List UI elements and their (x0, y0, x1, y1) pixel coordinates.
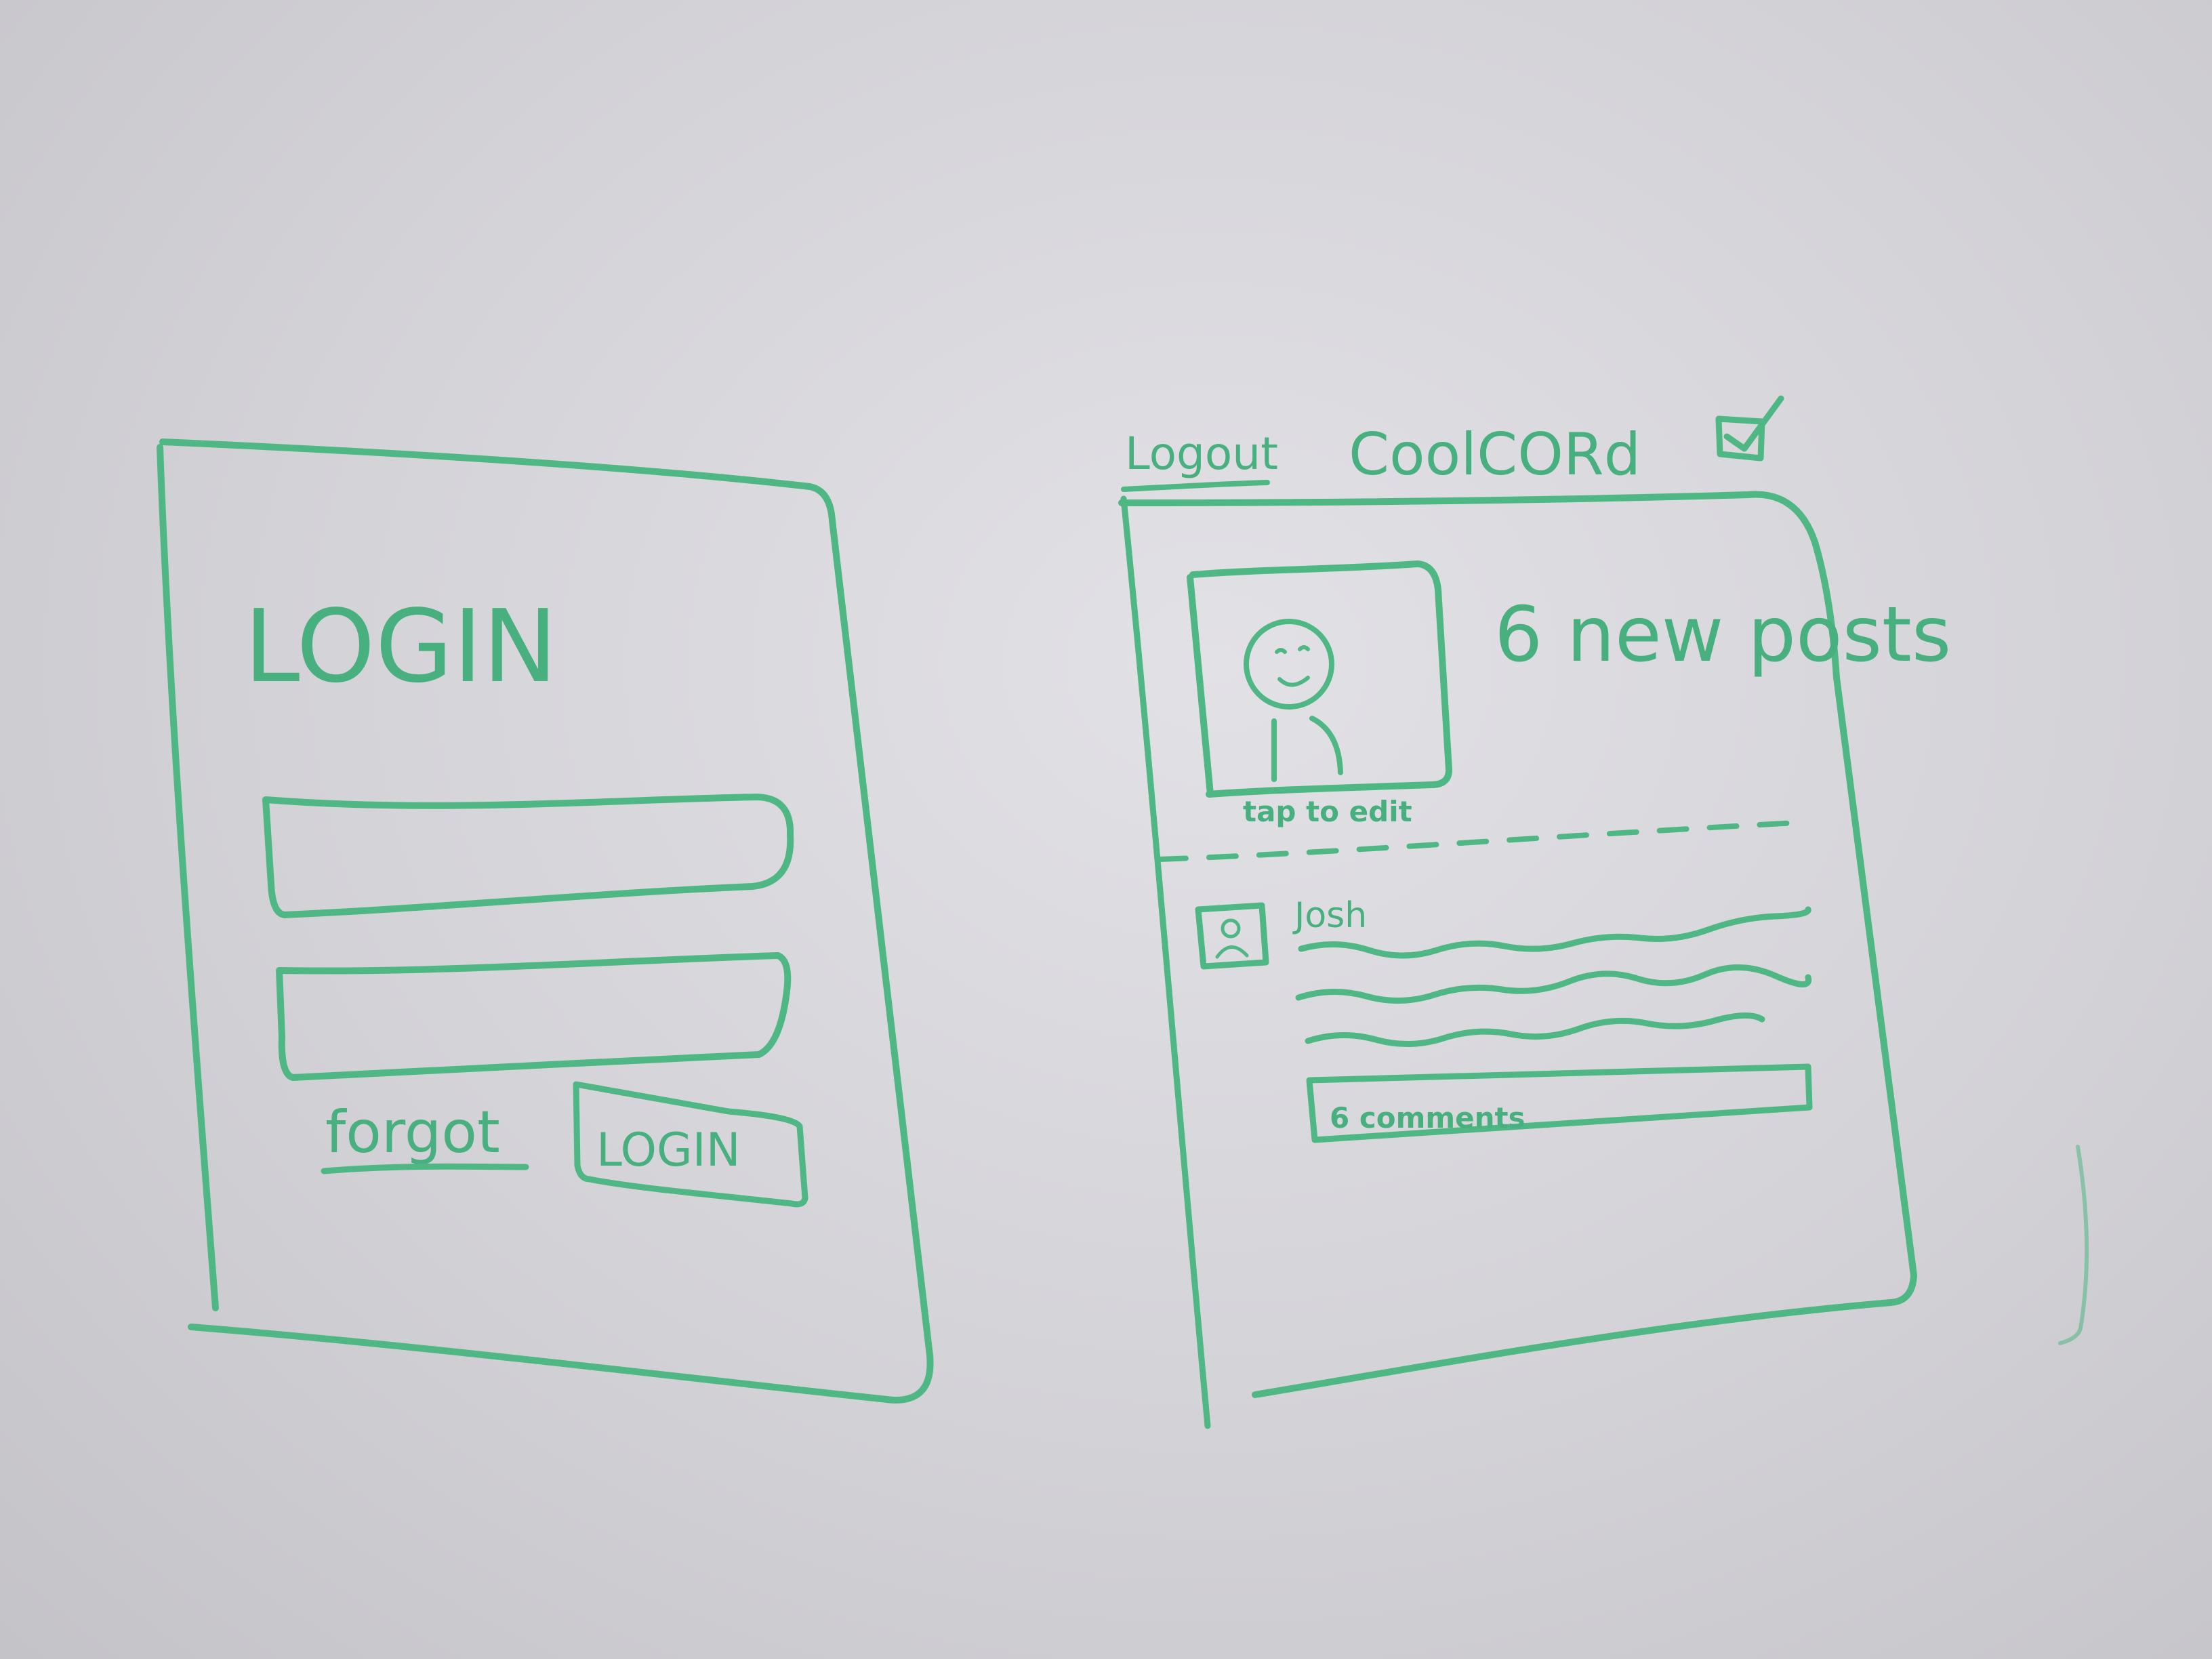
profile-photo-frame (1189, 560, 1452, 798)
post-text-placeholder (1295, 906, 1812, 1048)
comments-label: 6 comments (1330, 1101, 1525, 1134)
compose-icon[interactable] (1715, 393, 1786, 462)
feed-screen: Logout CoolCORd tap to edit 6 new posts … (1118, 393, 2089, 1429)
logout-link-label: Logout (1125, 428, 1278, 480)
forgot-link[interactable]: forgot (321, 1099, 529, 1174)
password-field[interactable] (276, 952, 792, 1081)
profile-photo[interactable] (1187, 560, 1452, 798)
new-posts-indicator[interactable]: 6 new posts (1494, 591, 1951, 679)
username-field[interactable] (262, 794, 794, 918)
tap-to-edit-hint: tap to edit (1243, 795, 1412, 828)
user-avatar-icon (1244, 619, 1343, 782)
app-title: CoolCORd (1349, 421, 1641, 489)
new-posts-label: 6 new posts (1494, 591, 1951, 679)
forgot-link-label: forgot (325, 1099, 500, 1166)
login-title: LOGIN (244, 588, 558, 705)
forgot-underline (321, 1163, 529, 1174)
logout-link[interactable]: Logout (1121, 428, 1278, 492)
post-author-name: Josh (1292, 895, 1367, 936)
divider (1156, 820, 1799, 862)
whiteboard-sketch: LOGIN forgot LOGIN Logout CoolCORd tap t… (157, 393, 2089, 1429)
comments-button[interactable]: 6 comments (1306, 1063, 1813, 1143)
login-button-label: LOGIN (596, 1124, 741, 1177)
login-button[interactable]: LOGIN (573, 1081, 808, 1208)
login-phone-frame (159, 438, 934, 1404)
login-screen: LOGIN forgot LOGIN (157, 438, 934, 1404)
logout-underline (1121, 480, 1270, 492)
post-author-avatar[interactable] (1195, 902, 1269, 970)
post-item: Josh 6 comments (1195, 895, 1813, 1143)
